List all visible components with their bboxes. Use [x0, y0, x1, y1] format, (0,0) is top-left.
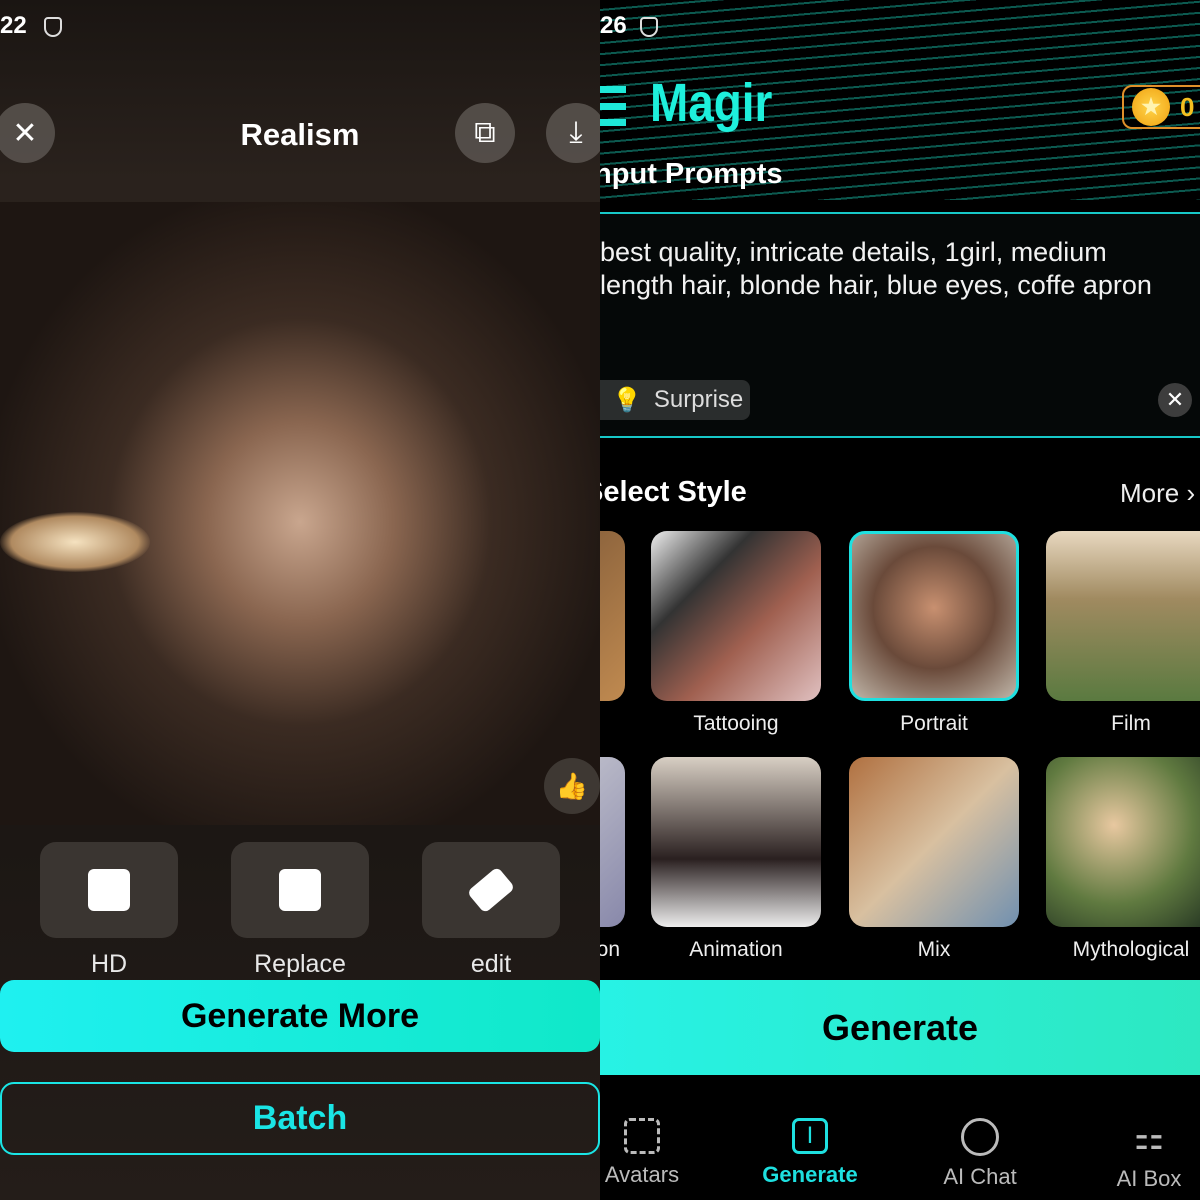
eraser-icon — [466, 866, 516, 914]
style-card-tattooing[interactable] — [651, 531, 821, 701]
batch-button[interactable]: Batch — [0, 1082, 600, 1155]
result-screen: 22 ✕ Realism ⧉ ⤓ 👍 HD Replace edit Gener… — [0, 0, 600, 1200]
expand-icon — [88, 869, 130, 911]
nav-generate[interactable]: I Generate — [750, 1118, 870, 1188]
coin-star-icon: ★ — [1132, 88, 1170, 126]
generate-screen: 26 Magir ★ 0 Input Prompts best quality, … — [600, 0, 1200, 1200]
generate-button[interactable]: Generate — [600, 980, 1200, 1075]
coin-balance[interactable]: ★ 0 — [1122, 85, 1200, 129]
style-label-tattooing: Tattooing — [693, 712, 779, 735]
lamp-light — [0, 512, 150, 572]
download-icon: ⤓ — [569, 116, 583, 149]
close-icon: ✕ — [1165, 387, 1185, 412]
generated-image — [0, 202, 600, 825]
clear-prompt-button[interactable]: ✕ — [1158, 383, 1192, 417]
app-logo: Magir — [650, 73, 773, 133]
edit-button[interactable] — [422, 842, 560, 938]
status-time: 22 — [0, 12, 27, 39]
nav-label: AI Box — [1116, 1166, 1182, 1191]
thumbs-up-icon: 👍 — [555, 770, 589, 801]
style-card-animation[interactable] — [651, 757, 821, 927]
nav-ai-chat[interactable]: AI Chat — [920, 1118, 1040, 1190]
shield-icon — [44, 17, 62, 37]
input-prompts-title: Input Prompts — [600, 158, 783, 190]
chevron-right-icon: › — [1186, 478, 1196, 508]
nav-label: Generate — [762, 1162, 858, 1187]
replace-label: Replace — [254, 950, 346, 978]
style-label-partial: on — [600, 938, 620, 961]
hd-label: HD — [90, 950, 128, 978]
nav-label: AI Chat — [943, 1164, 1017, 1189]
surprise-label: Surprise — [653, 386, 744, 413]
more-link[interactable]: More › — [1120, 478, 1195, 509]
coin-count: 0 — [1180, 91, 1195, 122]
style-label-mix: Mix — [917, 938, 951, 961]
nav-ai-box[interactable]: ⚏ AI Box — [1089, 1118, 1200, 1192]
nav-label: Avatars — [604, 1162, 680, 1187]
nav-avatars[interactable]: Avatars — [600, 1118, 702, 1188]
style-label-portrait: Portrait — [900, 712, 968, 735]
style-card-partial[interactable] — [600, 531, 625, 701]
grid-icon: ⚏ — [1133, 1119, 1165, 1157]
style-card-film[interactable] — [1046, 531, 1200, 701]
share-icon: ⧉ — [474, 116, 496, 149]
style-card-mix[interactable] — [849, 757, 1019, 927]
edit-label: edit — [470, 950, 512, 978]
style-card-partial[interactable] — [600, 757, 625, 927]
menu-icon[interactable] — [600, 86, 626, 126]
like-button[interactable]: 👍 — [544, 758, 600, 814]
generate-more-button[interactable]: Generate More — [0, 980, 600, 1052]
style-card-mythological[interactable] — [1046, 757, 1200, 927]
status-time: 26 — [600, 12, 627, 39]
hd-button[interactable] — [40, 842, 178, 938]
lightbulb-icon: 💡 — [612, 386, 642, 414]
surprise-button[interactable]: 💡 Surprise — [600, 380, 750, 420]
shield-icon — [640, 17, 658, 37]
replace-button[interactable] — [231, 842, 369, 938]
style-card-portrait[interactable] — [849, 531, 1019, 701]
select-style-title: Select Style — [600, 476, 747, 508]
more-label: More — [1120, 478, 1180, 508]
style-label-film: Film — [1111, 712, 1151, 735]
style-label-animation: Animation — [689, 938, 783, 961]
replace-image-icon — [279, 869, 321, 911]
face-scan-icon — [624, 1118, 660, 1154]
chat-bubble-icon — [961, 1118, 999, 1156]
share-button[interactable]: ⧉ — [455, 103, 515, 163]
prompt-input[interactable]: best quality, intricate details, 1girl, … — [600, 236, 1180, 302]
download-button[interactable]: ⤓ — [546, 103, 600, 163]
style-label-mythological: Mythological — [1072, 938, 1190, 961]
text-cursor-icon: I — [792, 1118, 828, 1154]
